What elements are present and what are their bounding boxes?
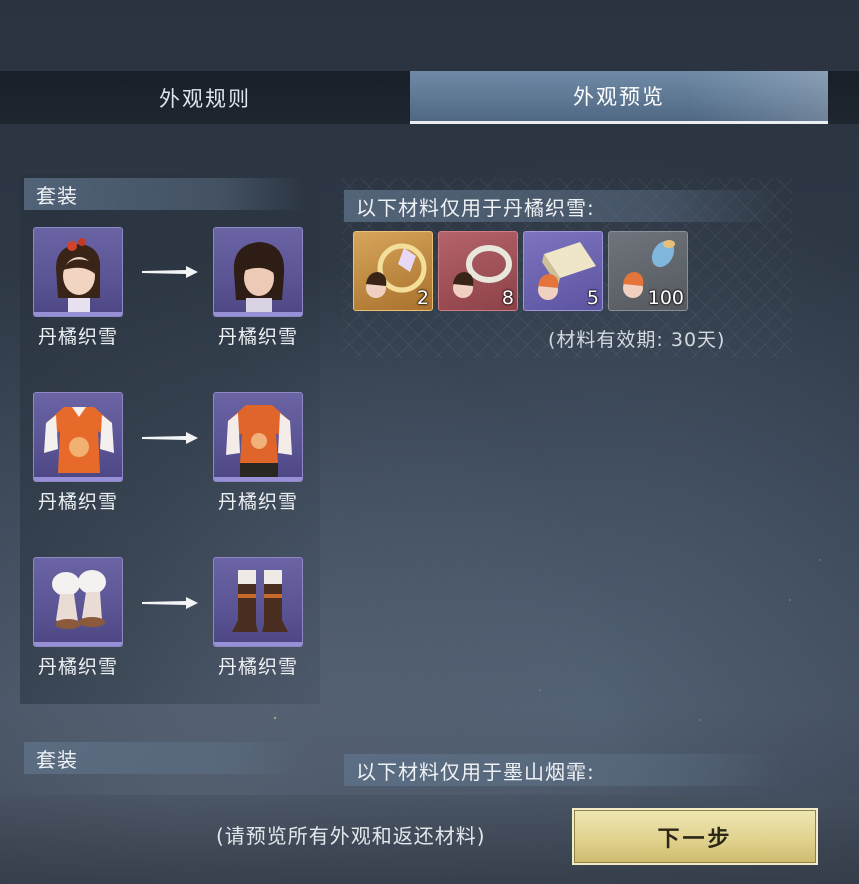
hairstyle-to-card[interactable]	[213, 227, 303, 317]
material-slot[interactable]: 8	[438, 231, 518, 311]
item-label: 丹橘织雪	[37, 326, 118, 348]
hairstyle-from-card[interactable]	[33, 227, 123, 317]
boots-from-card[interactable]	[33, 557, 123, 647]
suit-header: 套装	[24, 178, 304, 210]
materials-header: 以下材料仅用于墨山烟霏:	[344, 754, 784, 786]
item-label: 丹橘织雪	[217, 656, 298, 678]
item-label: 丹橘织雪	[37, 656, 118, 678]
outfit-to-card[interactable]	[213, 392, 303, 482]
boots-icon	[232, 570, 288, 632]
next-step-button[interactable]: 下一步	[572, 808, 818, 865]
outfit-from-card[interactable]	[33, 392, 123, 482]
material-validity-note: (材料有效期: 30天)	[548, 329, 726, 351]
tab-bar: 外观规则 外观预览	[0, 71, 859, 124]
hairstyle-icon	[56, 238, 101, 316]
boots-icon	[52, 570, 106, 629]
material-slot[interactable]: 100	[608, 231, 688, 311]
arrow-right-icon	[142, 432, 198, 444]
tab-appearance-rules[interactable]: 外观规则	[0, 71, 410, 124]
hairstyle-icon	[233, 242, 285, 316]
materials-header: 以下材料仅用于丹橘织雪:	[344, 190, 784, 222]
material-count: 2	[416, 287, 429, 309]
material-count: 8	[501, 287, 514, 309]
arrow-right-icon	[142, 266, 198, 278]
material-count: 100	[647, 287, 684, 309]
arrow-right-icon	[142, 597, 198, 609]
preview-hint: (请预览所有外观和返还材料)	[216, 824, 486, 848]
item-label: 丹橘织雪	[217, 491, 298, 513]
outfit-icon	[44, 407, 114, 473]
material-count: 5	[586, 287, 599, 309]
outfit-icon	[226, 405, 292, 477]
boots-to-card[interactable]	[213, 557, 303, 647]
material-slot[interactable]: 2	[353, 231, 433, 311]
item-label: 丹橘织雪	[217, 326, 298, 348]
material-slot[interactable]: 5	[523, 231, 603, 311]
item-label: 丹橘织雪	[37, 491, 118, 513]
suit-header: 套装	[24, 742, 304, 774]
tab-appearance-preview[interactable]: 外观预览	[410, 71, 828, 124]
